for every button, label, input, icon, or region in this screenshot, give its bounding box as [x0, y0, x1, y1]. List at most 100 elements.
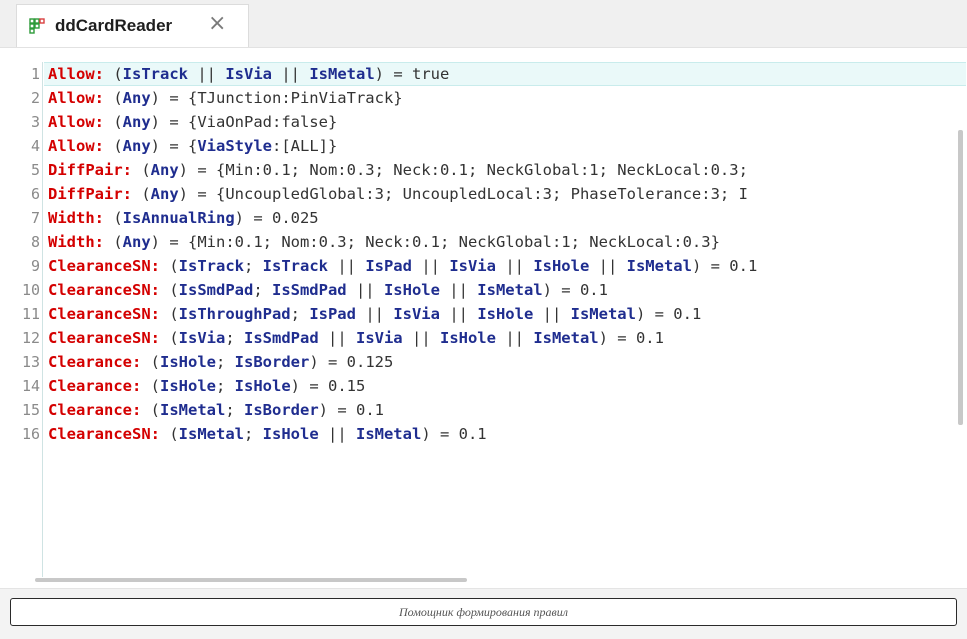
- tab-ddcardreader[interactable]: ddCardReader ×: [16, 4, 249, 47]
- code-text[interactable]: ClearanceSN: (IsVia; IsSmdPad || IsVia |…: [48, 326, 965, 350]
- rule-condition: IsVia: [355, 329, 403, 347]
- code-text[interactable]: DiffPair: (Any) = {Min:0.1; Nom:0.3; Nec…: [48, 158, 965, 182]
- code-text[interactable]: Width: (Any) = {Min:0.1; Nom:0.3; Neck:0…: [48, 230, 965, 254]
- rule-condition: IsMetal: [160, 401, 226, 419]
- code-line[interactable]: 10 ClearanceSN: (IsSmdPad; IsSmdPad || Is…: [0, 278, 965, 302]
- rule-text: ) = 0.1: [635, 305, 702, 323]
- rule-keyword: Width:: [48, 209, 104, 227]
- rule-text: (: [104, 137, 123, 155]
- rule-text: ) = 0.1: [318, 401, 384, 419]
- rule-text: ;: [216, 377, 235, 395]
- rule-condition: IsSmdPad: [271, 281, 347, 299]
- rule-text: ||: [272, 65, 310, 83]
- close-icon[interactable]: ×: [208, 13, 226, 35]
- code-line[interactable]: 8 Width: (Any) = {Min:0.1; Nom:0.3; Neck:…: [0, 230, 965, 254]
- rule-text: ) = 0.1: [691, 257, 758, 275]
- code-line[interactable]: 14 Clearance: (IsHole; IsHole) = 0.15: [0, 374, 965, 398]
- rule-text: ||: [495, 257, 534, 275]
- code-line[interactable]: 2 Allow: (Any) = {TJunction:PinViaTrack}: [0, 86, 965, 110]
- horizontal-scrollbar[interactable]: [35, 578, 467, 582]
- rule-text: (: [159, 257, 179, 275]
- rule-keyword: DiffPair:: [48, 161, 132, 179]
- line-number: 5: [30, 161, 40, 179]
- vertical-scrollbar[interactable]: [958, 130, 963, 425]
- rule-text: ||: [439, 281, 478, 299]
- rule-condition: Any: [150, 185, 179, 203]
- code-line[interactable]: 16 ClearanceSN: (IsMetal; IsHole || IsMet…: [0, 422, 965, 446]
- rule-condition: IsMetal: [309, 65, 375, 83]
- code-line[interactable]: 9 ClearanceSN: (IsTrack; IsTrack || IsPad…: [0, 254, 965, 278]
- rule-text: ) = {ViaOnPad:false}: [150, 113, 338, 131]
- rule-text: (: [141, 377, 160, 395]
- rule-keyword: Allow:: [48, 113, 104, 131]
- code-text[interactable]: Clearance: (IsMetal; IsBorder) = 0.1: [48, 398, 965, 422]
- rule-text: ) = 0.025: [234, 209, 319, 227]
- rule-keyword: Clearance:: [48, 377, 142, 395]
- code-line[interactable]: 13 Clearance: (IsHole; IsBorder) = 0.125: [0, 350, 965, 374]
- line-number: 3: [30, 113, 40, 131]
- rule-text: (: [104, 209, 123, 227]
- code-lines[interactable]: 1 Allow: (IsTrack || IsVia || IsMetal) = …: [0, 62, 965, 446]
- rule-condition: Any: [122, 89, 151, 107]
- code-line[interactable]: 11 ClearanceSN: (IsThroughPad; IsPad || I…: [0, 302, 965, 326]
- line-number: 12: [21, 329, 40, 347]
- line-number: 10: [21, 281, 40, 299]
- rule-text: ;: [243, 257, 263, 275]
- rule-text: ||: [318, 329, 356, 347]
- rule-keyword: ClearanceSN:: [48, 257, 160, 275]
- rule-condition: IsSmdPad: [244, 329, 319, 347]
- code-line[interactable]: 1 Allow: (IsTrack || IsVia || IsMetal) = …: [0, 62, 965, 86]
- code-line[interactable]: 6 DiffPair: (Any) = {UncoupledGlobal:3; U…: [0, 182, 965, 206]
- rule-condition: IsBorder: [234, 353, 310, 371]
- rule-condition: IsHole: [262, 425, 319, 443]
- rule-condition: IsPad: [309, 305, 356, 323]
- rule-text: ;: [290, 305, 310, 323]
- code-text[interactable]: ClearanceSN: (IsMetal; IsHole || IsMetal…: [48, 422, 965, 446]
- rule-condition: IsVia: [225, 65, 272, 83]
- rule-text: (: [132, 161, 151, 179]
- rules-editor[interactable]: 1 Allow: (IsTrack || IsVia || IsMetal) = …: [0, 48, 967, 588]
- grid-icon: [29, 18, 45, 34]
- rule-text: ;: [216, 353, 235, 371]
- code-line[interactable]: 3 Allow: (Any) = {ViaOnPad:false}: [0, 110, 965, 134]
- rule-condition: IsMetal: [626, 257, 692, 275]
- rule-condition: IsTrack: [122, 65, 188, 83]
- rule-condition: IsHole: [234, 377, 291, 395]
- rule-condition: IsPad: [365, 257, 412, 275]
- code-text[interactable]: Width: (IsAnnualRing) = 0.025: [48, 206, 965, 230]
- rule-text: (: [104, 89, 123, 107]
- rule-condition: IsAnnualRing: [122, 209, 235, 227]
- code-text[interactable]: ClearanceSN: (IsSmdPad; IsSmdPad || IsHo…: [48, 278, 965, 302]
- code-text[interactable]: Allow: (IsTrack || IsVia || IsMetal) = t…: [48, 62, 965, 86]
- rule-keyword: Width:: [48, 233, 104, 251]
- code-line[interactable]: 15 Clearance: (IsMetal; IsBorder) = 0.1: [0, 398, 965, 422]
- code-text[interactable]: Clearance: (IsHole; IsBorder) = 0.125: [48, 350, 965, 374]
- rule-text: ||: [188, 65, 226, 83]
- rule-text: (: [104, 233, 123, 251]
- code-line[interactable]: 4 Allow: (Any) = {ViaStyle:[ALL]}: [0, 134, 965, 158]
- code-text[interactable]: Allow: (Any) = {ViaOnPad:false}: [48, 110, 965, 134]
- rule-keyword: Clearance:: [48, 401, 142, 419]
- bottom-panel: Помощник формирования правил: [0, 588, 967, 639]
- code-line[interactable]: 5 DiffPair: (Any) = {Min:0.1; Nom:0.3; Ne…: [0, 158, 965, 182]
- code-text[interactable]: Clearance: (IsHole; IsHole) = 0.15: [48, 374, 965, 398]
- code-text[interactable]: ClearanceSN: (IsThroughPad; IsPad || IsV…: [48, 302, 965, 326]
- code-line[interactable]: 12 ClearanceSN: (IsVia; IsSmdPad || IsVia…: [0, 326, 965, 350]
- code-text[interactable]: DiffPair: (Any) = {UncoupledGlobal:3; Un…: [48, 182, 965, 206]
- rule-text: ) = {TJunction:PinViaTrack}: [150, 89, 403, 107]
- line-number: 15: [21, 401, 40, 419]
- rule-helper-button[interactable]: Помощник формирования правил: [10, 598, 957, 626]
- code-text[interactable]: Allow: (Any) = {TJunction:PinViaTrack}: [48, 86, 965, 110]
- rule-text: ) = {: [150, 137, 198, 155]
- rule-text: ) = {Min:0.1; Nom:0.3; Neck:0.1; NeckGlo…: [150, 233, 720, 251]
- rule-text: ) = true: [374, 65, 450, 83]
- rule-condition: Any: [122, 137, 151, 155]
- code-text[interactable]: ClearanceSN: (IsTrack; IsTrack || IsPad …: [48, 254, 965, 278]
- line-number: 6: [30, 185, 40, 203]
- rule-text: (: [104, 65, 123, 83]
- rule-keyword: ClearanceSN:: [48, 425, 160, 443]
- code-line[interactable]: 7 Width: (IsAnnualRing) = 0.025: [0, 206, 965, 230]
- code-text[interactable]: Allow: (Any) = {ViaStyle:[ALL]}: [48, 134, 965, 158]
- rule-text: (: [159, 425, 179, 443]
- rule-text: (: [141, 353, 160, 371]
